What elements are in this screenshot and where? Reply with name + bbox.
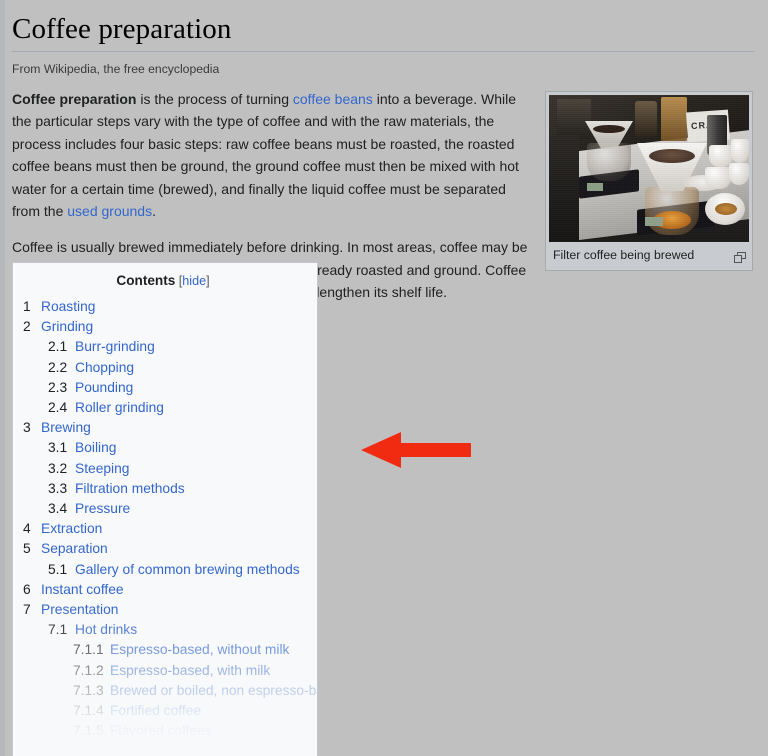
toc-entry[interactable]: 3.3 Filtration methods <box>13 479 317 499</box>
toc-entry-number: 1 <box>23 299 31 314</box>
toc-entry-number: 7.1.1 <box>73 642 104 658</box>
toc-entry-number: 3.2 <box>48 460 68 476</box>
toc-toggle: [hide] <box>175 274 210 288</box>
toc-entry-label: Extraction <box>41 521 103 537</box>
toc-entry-number: 2.3 <box>48 379 68 395</box>
toc-entry-label: Pounding <box>75 379 134 395</box>
toc-entry-number: 3.1 <box>48 440 68 456</box>
toc-entry-number: 7.1.6 <box>73 743 104 756</box>
toc-entry-number: 2.4 <box>48 400 68 416</box>
toc-title: Contents [hide] <box>13 272 317 290</box>
toc-entry-label: Hot drinks <box>75 622 138 638</box>
annotation-arrow-left <box>361 432 471 468</box>
toc-entry[interactable]: 2.4 Roller grinding <box>13 398 317 418</box>
article-content: Coffee preparation From Wikipedia, the f… <box>0 0 768 756</box>
toc-heading: Contents <box>116 273 176 288</box>
toc-entry-number: 7.1.2 <box>73 662 104 678</box>
toc-hide-link[interactable]: hide <box>182 274 206 288</box>
toc-entry[interactable]: 7.1.4 Fortified coffee <box>13 701 317 721</box>
link-coffee-beans[interactable]: coffee beans <box>293 91 373 107</box>
toc-entry[interactable]: 2.3 Pounding <box>13 378 317 398</box>
toc-entry-label: Flavored coffees <box>110 723 212 739</box>
toc-entry-number: 2 <box>23 319 31 335</box>
toc-entry-label: Fortified coffee <box>110 703 202 719</box>
thumbnail-caption-bar: Filter coffee being brewed <box>549 242 749 267</box>
toc-entry-number: 4 <box>23 521 31 537</box>
lead-segment-3: . <box>152 203 156 220</box>
toc-entry-number: 5.1 <box>48 561 68 577</box>
lead-segment-2: into a beverage. While the particular st… <box>12 91 519 220</box>
toc-entry[interactable]: 7.1.5 Flavored coffees <box>13 721 317 741</box>
toc-entry-label: Espresso-based, with milk <box>110 662 271 678</box>
toc-entry-label: Brewed or boiled, non espresso-based <box>110 682 317 698</box>
toc-entry-label: Alcoholic coffee drinks <box>110 743 248 756</box>
toc-entry[interactable]: 6 Instant coffee <box>13 580 317 600</box>
page-root: Coffee preparation From Wikipedia, the f… <box>0 0 768 756</box>
thumbnail-figure: CRAF <box>545 91 753 271</box>
toc-entry[interactable]: 5.1 Gallery of common brewing methods <box>13 560 317 580</box>
toc-entry[interactable]: 3.2 Steeping <box>13 459 317 479</box>
toc-entry[interactable]: 2.2 Chopping <box>13 358 317 378</box>
toc-bracket-close: ] <box>206 274 210 288</box>
toc-entry[interactable]: 7.1.3 Brewed or boiled, non espresso-base… <box>13 681 317 701</box>
toc-entry-label: Filtration methods <box>75 480 185 496</box>
toc-entry[interactable]: 7.1 Hot drinks <box>13 620 317 640</box>
toc-entry[interactable]: 2.1 Burr-grinding <box>13 337 317 357</box>
toc-entry-number: 2.1 <box>48 339 68 355</box>
lead-paragraph: Coffee preparation is the process of tur… <box>12 88 532 222</box>
table-of-contents: Contents [hide] 1 Roasting 2 Grinding 2.1 Bur… <box>12 262 318 756</box>
toc-entry[interactable]: 7 Presentation <box>13 600 317 620</box>
toc-entry-label: Grinding <box>41 319 94 335</box>
toc-entry-number: 3.4 <box>48 501 68 517</box>
toc-entry[interactable]: 3 Brewing <box>13 418 317 438</box>
site-subtitle: From Wikipedia, the free encyclopedia <box>12 62 220 76</box>
toc-entry-number: 6 <box>23 581 31 597</box>
toc-entry[interactable]: 5 Separation <box>13 539 317 559</box>
toc-entry-label: Presentation <box>41 602 119 618</box>
toc-entry-label: Chopping <box>75 359 135 375</box>
toc-entry-label: Separation <box>41 541 108 557</box>
toc-entry-label: Roasting <box>41 299 96 314</box>
toc-list: 1 Roasting 2 Grinding 2.1 Burr-grinding 2.2 Cho… <box>13 297 317 756</box>
toc-entry[interactable]: 4 Extraction <box>13 519 317 539</box>
lead-bold-term: Coffee preparation <box>12 91 137 107</box>
toc-entry[interactable]: 7.1.6 Alcoholic coffee drinks <box>13 741 317 756</box>
page-title: Coffee preparation <box>12 12 754 52</box>
toc-entry-number: 7.1.5 <box>73 723 104 739</box>
toc-entry-label: Espresso-based, without milk <box>110 642 290 658</box>
thumbnail-image[interactable]: CRAF <box>549 95 749 242</box>
enlarge-icon[interactable] <box>734 251 746 263</box>
toc-entry-label: Instant coffee <box>41 581 124 597</box>
toc-entry-number: 7.1 <box>48 622 68 638</box>
toc-entry-label: Burr-grinding <box>75 339 155 355</box>
toc-entry-number: 3.3 <box>48 480 68 496</box>
toc-entry[interactable]: 3.1 Boiling <box>13 438 317 458</box>
lead-segment-1: is the process of turning <box>136 91 293 107</box>
toc-entry[interactable]: 2 Grinding <box>13 317 317 337</box>
toc-entry[interactable]: 1 Roasting <box>13 297 317 317</box>
toc-entry-number: 2.2 <box>48 359 68 375</box>
toc-entry-number: 3 <box>23 420 31 436</box>
toc-entry-label: Pressure <box>75 501 131 517</box>
toc-entry[interactable]: 7.1.2 Espresso-based, with milk <box>13 661 317 681</box>
toc-entry[interactable]: 7.1.1 Espresso-based, without milk <box>13 640 317 660</box>
toc-entry-number: 7.1.4 <box>73 703 104 719</box>
toc-entry-number: 7.1.3 <box>73 682 104 698</box>
toc-entry[interactable]: 3.4 Pressure <box>13 499 317 519</box>
toc-entry-number: 7 <box>23 602 31 618</box>
toc-entry-label: Brewing <box>41 420 91 436</box>
link-used-grounds[interactable]: used grounds <box>67 203 152 219</box>
toc-entry-number: 5 <box>23 541 31 557</box>
thumbnail-caption-text: Filter coffee being brewed <box>553 248 695 262</box>
toc-entry-label: Boiling <box>75 440 117 456</box>
toc-entry-label: Gallery of common brewing methods <box>75 561 300 577</box>
title-block: Coffee preparation From Wikipedia, the f… <box>12 12 754 77</box>
toc-entry-label: Steeping <box>75 460 130 476</box>
toc-entry-label: Roller grinding <box>75 400 164 416</box>
